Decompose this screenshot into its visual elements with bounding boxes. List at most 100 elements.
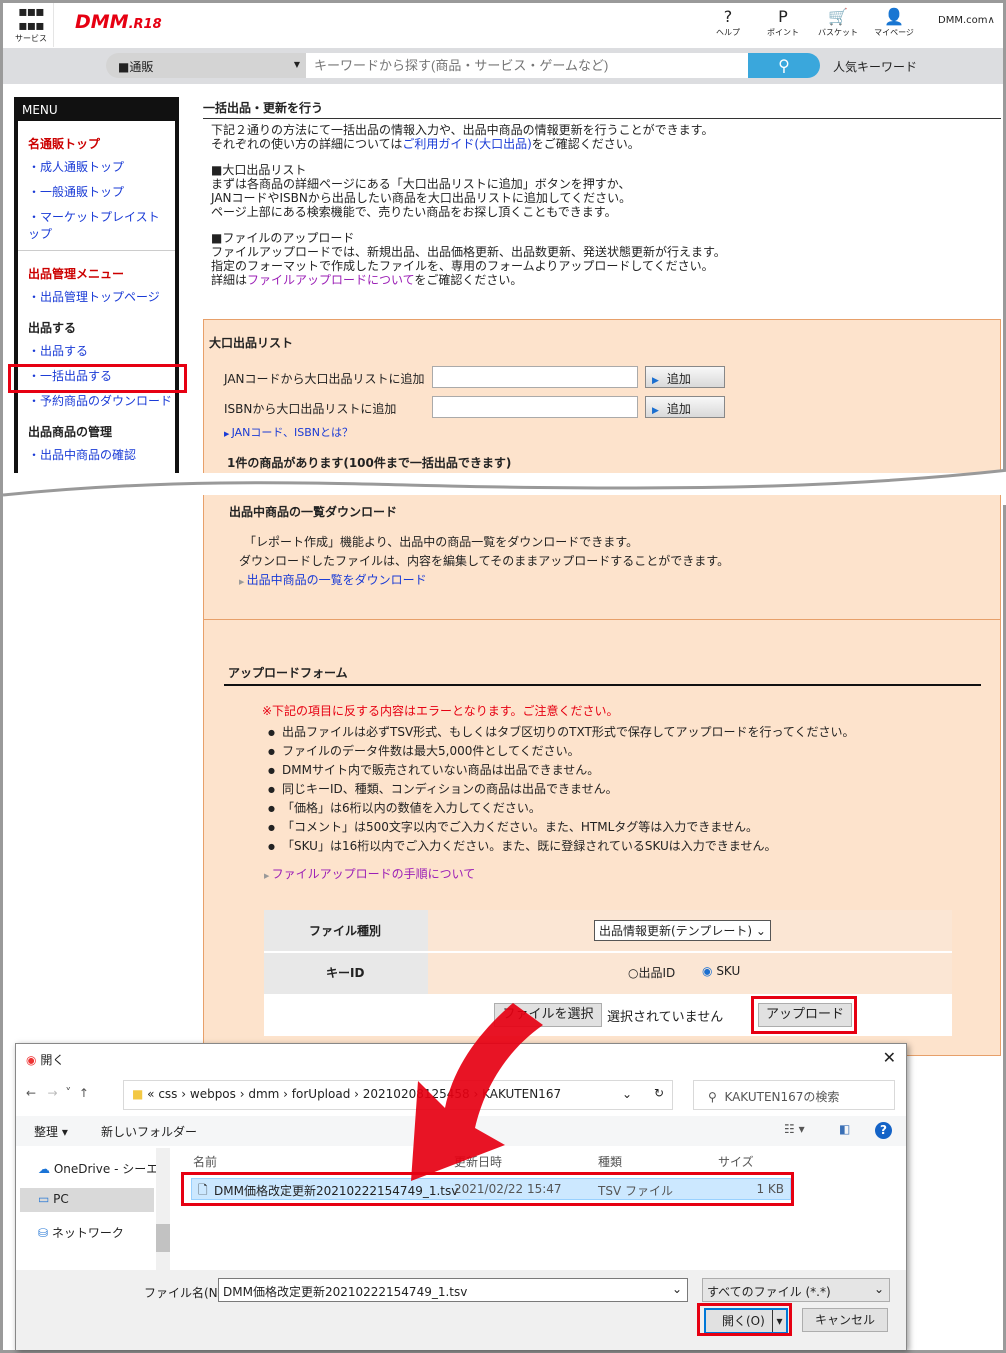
rule-item: 「価格」は6桁以内の数値を入力してください。 (268, 799, 855, 818)
file-upload-link[interactable]: ファイルアップロードについて (247, 273, 414, 287)
filename-label: ファイル名(N): (144, 1286, 227, 1300)
grid-icon: ▪▪▪ ▪▪▪ (18, 4, 44, 34)
filename-input[interactable]: DMM価格改定更新20210222154749_1.tsv ⌄ (218, 1278, 688, 1302)
chrome-icon: ◉ (26, 1053, 37, 1067)
upload-procedure-link[interactable]: ▶ ファイルアップロードの手順について (264, 865, 475, 882)
highlight-upload-button (751, 996, 857, 1034)
nav-onedrive[interactable]: ☁ OneDrive - シーエス (38, 1160, 170, 1177)
bulk-list-title: 大口出品リスト (209, 336, 294, 350)
search-icon: ⚲ (778, 56, 790, 75)
category-select[interactable]: ■通販 ▼ (106, 53, 306, 78)
chevron-down-icon: ⌄ (873, 1282, 884, 1296)
search-input[interactable] (306, 53, 748, 78)
chevron-down-icon[interactable]: ˅ (65, 1086, 71, 1100)
red-arrow-icon (411, 1003, 543, 1181)
search-bar: ■通販▼ ⚲ 人気キーワード (3, 48, 1003, 84)
download-link[interactable]: ▶ 出品中商品の一覧をダウンロード (239, 571, 427, 588)
help-icon: ? (723, 7, 733, 26)
close-icon[interactable]: ✕ (883, 1048, 896, 1067)
chevron-down-icon[interactable]: ⌄ (622, 1087, 632, 1101)
radio-sku[interactable]: ◉ SKU (702, 964, 740, 978)
organize-menu[interactable]: 整理 ▾ (34, 1123, 68, 1140)
popular-keywords-link[interactable]: 人気キーワード (833, 58, 917, 75)
refresh-icon[interactable]: ↻ (654, 1086, 664, 1100)
forward-icon[interactable]: → (48, 1086, 58, 1100)
user-icon: 👤 (884, 7, 904, 26)
rule-item: 同じキーID、種類、コンディションの商品は出品できません。 (268, 780, 855, 799)
column-size[interactable]: サイズ (718, 1153, 754, 1170)
isbn-input[interactable] (432, 396, 638, 418)
dialog-title: ◉ 開く (26, 1053, 65, 1067)
new-folder-button[interactable]: 新しいフォルダー (101, 1123, 197, 1140)
sidebar-item-general-top[interactable]: ・一般通販トップ (28, 183, 175, 200)
column-name[interactable]: 名前 (193, 1153, 217, 1170)
divider (53, 3, 54, 47)
rule-item: 「コメント」は500文字以内でご入力ください。また、HTMLタグ等は入力できませ… (268, 818, 855, 837)
sidebar-item-top[interactable]: 名通販トップ (28, 135, 175, 152)
view-options-icon[interactable]: ☷ ▾ (784, 1122, 805, 1136)
jan-input[interactable] (432, 366, 638, 388)
back-icon[interactable]: ← (26, 1086, 36, 1100)
divider (224, 684, 981, 686)
column-type[interactable]: 種類 (598, 1153, 622, 1170)
highlight-open-button (697, 1303, 792, 1336)
highlight-bulk-sell (8, 364, 187, 393)
sidebar-item-preorder-download[interactable]: ・予約商品のダウンロード (28, 392, 175, 409)
rule-item: 「SKU」は16桁以内でご入力ください。また、既に登録されているSKUは入力でき… (268, 837, 855, 856)
key-id-label: キーID (326, 966, 365, 980)
play-icon: ▶ (652, 376, 659, 386)
folder-search-input[interactable]: ⚲ KAKUTEN167の検索 (693, 1080, 895, 1110)
sidebar-heading-mgmt: 出品管理メニュー (28, 267, 125, 281)
point-label: ポイント (767, 28, 799, 37)
sidebar-scrollbar[interactable] (156, 1148, 170, 1270)
nav-pc[interactable]: ▭ PC (20, 1188, 154, 1212)
cloud-icon: ☁ (38, 1162, 50, 1176)
preview-pane-icon[interactable]: ◧ (839, 1122, 850, 1136)
help-icon[interactable]: ? (875, 1122, 892, 1139)
isbn-add-button[interactable]: ▶ 追加 (645, 396, 725, 418)
sidebar-item-adult-top[interactable]: ・成人通販トップ (28, 158, 175, 175)
dmm-logo[interactable]: DMM.R18 (75, 11, 162, 33)
play-icon: ▶ (652, 406, 659, 416)
intro-text: 下記２通りの方法にて一括出品の情報入力や、出品中商品の情報更新を行うことができま… (211, 123, 726, 287)
network-icon: ⛁ (38, 1226, 49, 1240)
folder-icon: ■ (132, 1087, 144, 1101)
jan-label: JANコードから大口出品リストに追加 (224, 372, 425, 386)
download-text-2: ダウンロードしたファイルは、内容を編集してそのままアップロードすることができます… (239, 554, 730, 568)
sidebar-item-marketplace[interactable]: ・マーケットプレイストップ (28, 208, 168, 242)
radio-listing-id[interactable]: ○出品ID (628, 964, 675, 981)
basket-link[interactable]: 🛒 バスケット (813, 7, 863, 38)
upload-warning: ※下記の項目に反する内容はエラーとなります。ご注意ください。 (262, 704, 619, 718)
file-type-select[interactable]: 出品情報更新(テンプレート) ⌄ (594, 920, 771, 941)
point-link[interactable]: P ポイント (758, 7, 808, 38)
sidebar-item-listed-items[interactable]: ・出品中商品の確認 (28, 446, 175, 463)
sidebar-item-mgmt-top[interactable]: ・出品管理トップページ (28, 288, 175, 305)
upload-panel: アップロードフォーム ※下記の項目に反する内容はエラーとなります。ご注意ください… (203, 619, 1001, 1056)
file-type-filter[interactable]: すべてのファイル (*.*) ⌄ (702, 1278, 890, 1302)
cancel-button[interactable]: キャンセル (802, 1308, 888, 1332)
jan-isbn-help-link[interactable]: ▶ JANコード、ISBNとは？ (224, 424, 353, 440)
services-menu[interactable]: ▪▪▪ ▪▪▪ サービス (13, 5, 49, 44)
nav-buttons: ← → ˅ ↑ (26, 1086, 89, 1100)
nav-network[interactable]: ⛁ ネットワーク (38, 1224, 124, 1241)
dmm-com-link[interactable]: DMM.com∧ (938, 15, 995, 26)
download-panel: 出品中商品の一覧ダウンロード 「レポート作成」機能より、出品中の商品一覧をダウン… (203, 495, 1001, 620)
chevron-down-icon: ⌄ (671, 1282, 682, 1296)
point-icon: P (778, 7, 788, 26)
upload-title: アップロードフォーム (228, 666, 348, 680)
download-text-1: 「レポート作成」機能より、出品中の商品一覧をダウンロードできます。 (244, 535, 639, 549)
no-file-text: 選択されていません (607, 1010, 724, 1025)
guide-link[interactable]: ご利用ガイド(大口出品) (402, 137, 531, 151)
rule-item: DMMサイト内で販売されていない商品は出品できません。 (268, 761, 855, 780)
mypage-link[interactable]: 👤 マイページ (869, 7, 919, 38)
help-link[interactable]: ? ヘルプ (703, 7, 753, 38)
search-button[interactable]: ⚲ (748, 53, 820, 78)
computer-icon: ▭ (38, 1192, 50, 1206)
up-icon[interactable]: ↑ (79, 1086, 89, 1100)
services-label: サービス (15, 34, 47, 43)
sidebar-heading-sell: 出品する (28, 321, 77, 335)
sidebar-item-sell[interactable]: ・出品する (28, 342, 175, 359)
jan-add-button[interactable]: ▶ 追加 (645, 366, 725, 388)
upload-rules: 出品ファイルは必ずTSV形式、もしくはタブ区切りのTXT形式で保存してアップロー… (268, 723, 855, 856)
isbn-label: ISBNから大口出品リストに追加 (224, 402, 397, 416)
